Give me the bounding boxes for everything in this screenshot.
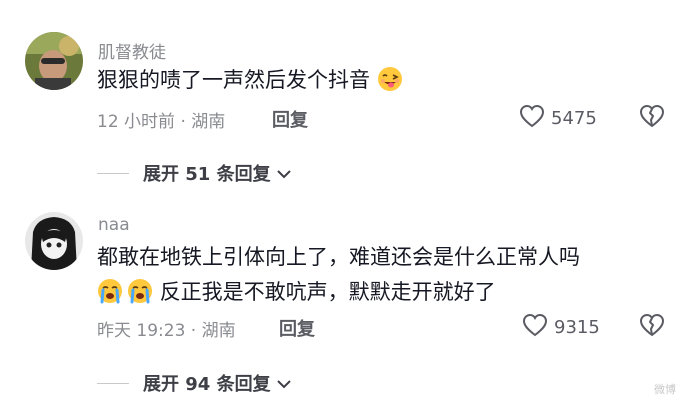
username[interactable]: 肌督教徒 [98, 38, 166, 63]
comment-text-line-1: 都敢在地铁上引体向上了，难道还会是什么正常人吗 [97, 245, 580, 269]
avatar[interactable] [25, 212, 83, 270]
wink-tongue-emoji-icon [377, 66, 403, 102]
comment-text-line-2: 反正我是不敢吭声，默默走开就好了 [97, 275, 496, 314]
watermark: 微博 [654, 383, 676, 396]
like-button[interactable]: 9315 [522, 313, 600, 342]
broken-heart-icon [639, 105, 665, 132]
dislike-button[interactable] [639, 313, 665, 341]
like-count: 5475 [551, 108, 597, 129]
comment-item: naa 都敢在地铁上引体向上了，难道还会是什么正常人吗 反正我是不敢吭声，默默走 [0, 200, 690, 401]
expand-replies-label: 展开 94 条回复 [143, 374, 271, 395]
chevron-down-icon [276, 374, 291, 393]
like-button[interactable]: 5475 [519, 104, 597, 133]
expand-replies-label: 展开 51 条回复 [143, 164, 271, 185]
heart-icon [522, 313, 548, 342]
username[interactable]: naa [98, 215, 130, 235]
comment-text: 狠狠的啧了一声然后发个抖音 [97, 63, 403, 102]
expand-replies-button[interactable]: 展开 94 条回复 [97, 370, 291, 396]
divider-line [97, 172, 129, 174]
heart-icon [519, 104, 545, 133]
comment-meta: 12 小时前 · 湖南 [97, 112, 226, 132]
expand-replies-button[interactable]: 展开 51 条回复 [97, 160, 291, 186]
reply-button[interactable]: 回复 [279, 315, 315, 341]
like-count: 9315 [554, 317, 600, 338]
comment-meta: 昨天 19:23 · 湖南 [97, 321, 236, 341]
crying-emoji-icon [127, 278, 153, 314]
comment-item: 肌督教徒 狠狠的啧了一声然后发个抖音 12 小时前 · 湖南 回复 5475 展… [0, 0, 690, 200]
reply-button[interactable]: 回复 [272, 106, 308, 132]
broken-heart-icon [639, 314, 665, 341]
crying-emoji-icon [97, 278, 123, 314]
dislike-button[interactable] [639, 104, 665, 132]
chevron-down-icon [276, 164, 291, 183]
comment-text-body: 反正我是不敢吭声，默默走开就好了 [159, 280, 496, 304]
comment-text-body: 狠狠的啧了一声然后发个抖音 [97, 68, 370, 92]
divider-line [97, 382, 129, 384]
avatar[interactable] [25, 32, 83, 90]
